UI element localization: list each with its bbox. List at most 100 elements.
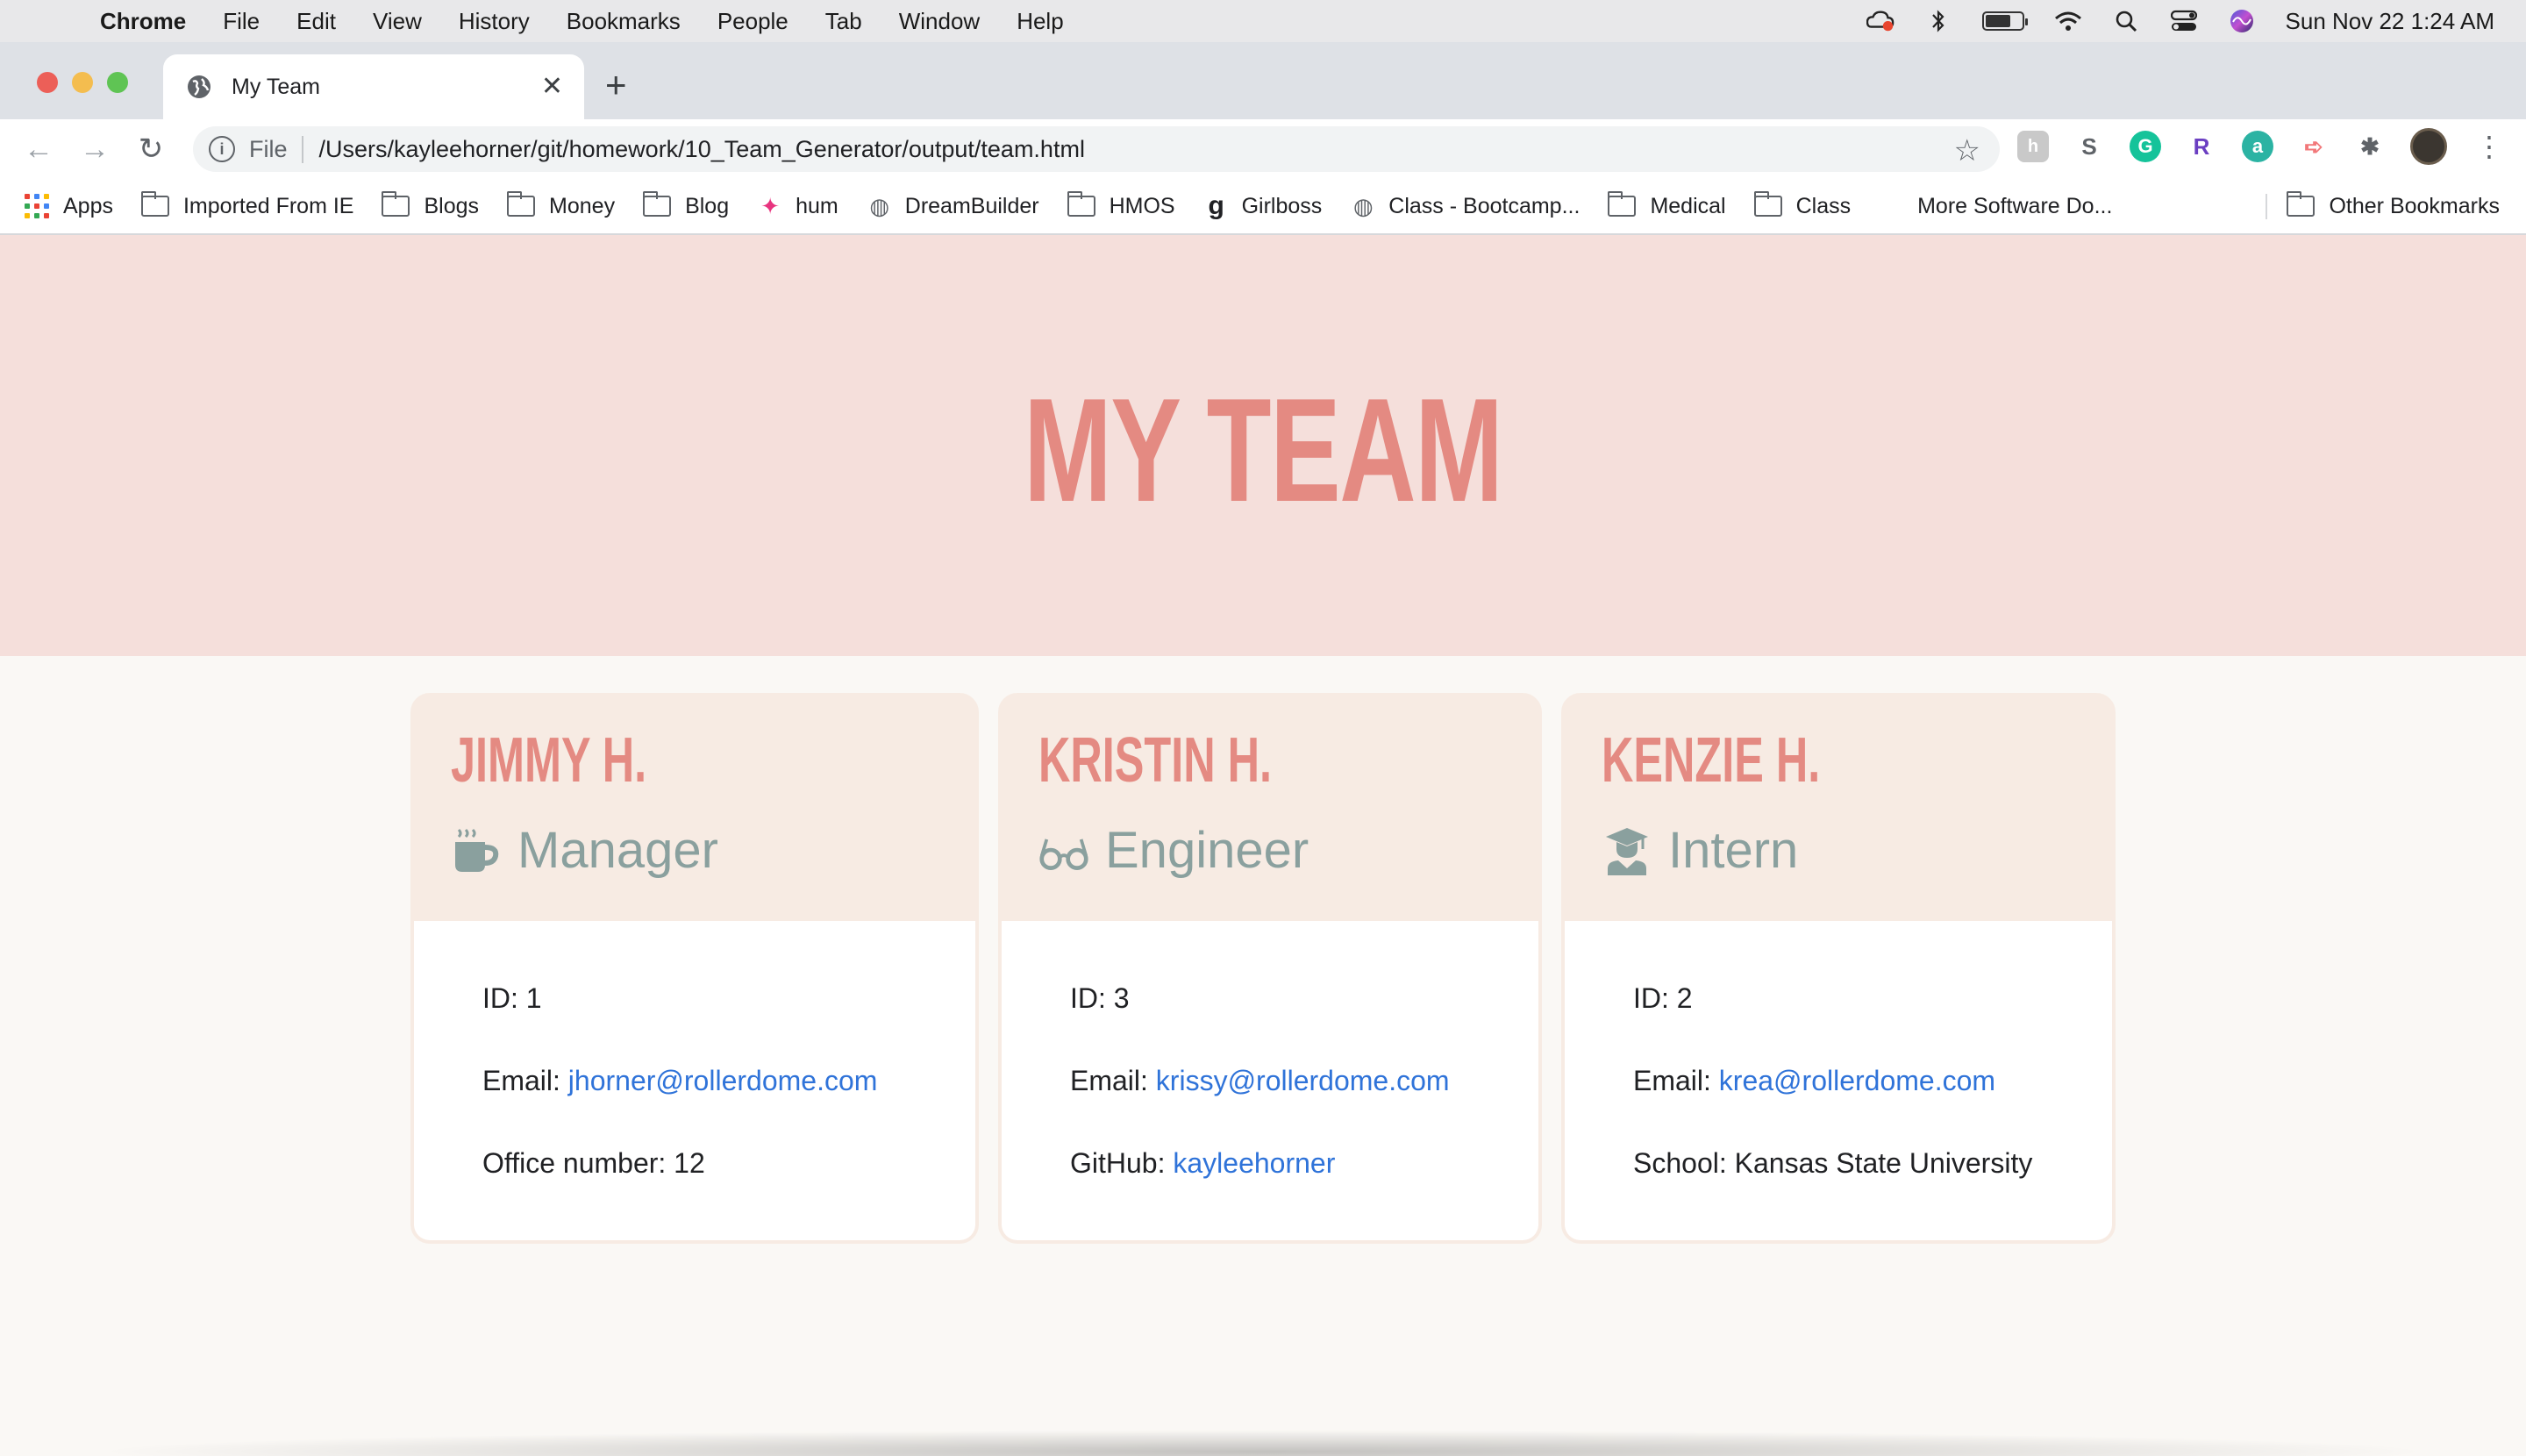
- email-link[interactable]: krea@rollerdome.com: [1719, 1065, 1995, 1096]
- clock-datetime[interactable]: Sun Nov 22 1:24 AM: [2286, 8, 2494, 35]
- back-arrow-icon[interactable]: ←: [21, 132, 56, 167]
- folder-icon: [1608, 191, 1637, 217]
- battery-icon[interactable]: [1981, 11, 2028, 31]
- employee-role: Intern: [1602, 821, 2112, 880]
- window-minimize-button[interactable]: [72, 72, 93, 93]
- card-details: ID: 2 Email: krea@rollerdome.com School:…: [1565, 921, 2112, 1240]
- siri-icon[interactable]: [2228, 10, 2256, 32]
- bookmark-label: Medical: [1650, 193, 1726, 218]
- email-link[interactable]: krissy@rollerdome.com: [1156, 1065, 1450, 1096]
- bookmark-girlboss[interactable]: g Girlboss: [1203, 191, 1323, 221]
- bookmark-other-bookmarks[interactable]: Other Bookmarks: [2266, 191, 2500, 219]
- bookmark-hum[interactable]: ✦ hum: [757, 193, 838, 220]
- email-label: Email:: [1070, 1065, 1156, 1096]
- bookmark-class[interactable]: Class: [1753, 191, 1852, 219]
- window-close-button[interactable]: [37, 72, 58, 93]
- extension-h-icon[interactable]: h: [2017, 131, 2049, 162]
- creative-cloud-icon[interactable]: [1866, 10, 1894, 32]
- email-link[interactable]: jhorner@rollerdome.com: [568, 1065, 878, 1096]
- extension-r-icon[interactable]: R: [2186, 131, 2217, 162]
- bookmark-more-software[interactable]: More Software Do...: [1879, 194, 2112, 219]
- tab-close-icon[interactable]: ✕: [541, 74, 563, 100]
- bookmark-label: Blogs: [424, 193, 480, 218]
- card-header: KENZIE H. Intern: [1565, 696, 2112, 921]
- bookmark-label: Other Bookmarks: [2329, 193, 2500, 218]
- employee-card-engineer: KRISTIN H. Engineer ID: 3 Email: krissy@…: [998, 693, 1542, 1244]
- bookmark-label: Class: [1795, 193, 1852, 218]
- bluetooth-icon[interactable]: [1924, 10, 1952, 32]
- role-label: Intern: [1668, 822, 1799, 879]
- bookmark-label: Class - Bootcamp...: [1388, 193, 1581, 218]
- extension-s-icon[interactable]: S: [2073, 131, 2105, 162]
- bookmark-money[interactable]: Money: [507, 191, 615, 219]
- page-title: MY TEAM: [1024, 368, 1503, 532]
- window-zoom-button[interactable]: [107, 72, 128, 93]
- menu-edit[interactable]: Edit: [296, 8, 336, 35]
- folder-icon: [1753, 191, 1782, 217]
- employee-email-row: Email: krissy@rollerdome.com: [1070, 1061, 1538, 1144]
- new-tab-button[interactable]: +: [605, 63, 627, 107]
- bookmark-label: hum: [796, 193, 838, 218]
- menu-window[interactable]: Window: [899, 8, 980, 35]
- email-label: Email:: [1633, 1065, 1719, 1096]
- role-label: Engineer: [1105, 822, 1309, 879]
- menu-bookmarks[interactable]: Bookmarks: [567, 8, 681, 35]
- bookmark-class-bootcamp[interactable]: ◍ Class - Bootcamp...: [1350, 193, 1580, 220]
- tab-my-team[interactable]: My Team ✕: [163, 54, 584, 119]
- card-details: ID: 3 Email: krissy@rollerdome.com GitHu…: [1002, 921, 1538, 1240]
- menu-view[interactable]: View: [373, 8, 422, 35]
- site-info-icon[interactable]: i: [209, 136, 235, 162]
- bookmark-hmos[interactable]: HMOS: [1067, 191, 1175, 219]
- github-label: GitHub:: [1070, 1147, 1174, 1179]
- bookmark-label: Girlboss: [1241, 193, 1323, 218]
- globe-icon: ◍: [869, 192, 890, 219]
- menu-help[interactable]: Help: [1017, 8, 1063, 35]
- forward-arrow-icon[interactable]: →: [77, 132, 112, 167]
- bookmark-label: HMOS: [1109, 193, 1175, 218]
- folder-icon: [507, 191, 536, 217]
- window-bottom-shadow: [88, 1430, 2438, 1456]
- bookmark-apps[interactable]: Apps: [25, 194, 113, 219]
- bookmark-medical[interactable]: Medical: [1608, 191, 1726, 219]
- menu-app-name[interactable]: Chrome: [100, 8, 186, 35]
- bookmark-blog[interactable]: Blog: [643, 191, 729, 219]
- spotlight-search-icon[interactable]: [2112, 10, 2140, 32]
- extensions-puzzle-icon[interactable]: ✱: [2354, 131, 2386, 162]
- employee-card-intern: KENZIE H. Intern ID: 2 Email: krea@rolle…: [1561, 693, 2116, 1244]
- menu-history[interactable]: History: [459, 8, 530, 35]
- address-bar[interactable]: i File /Users/kayleehorner/git/homework/…: [193, 126, 2000, 172]
- bookmark-label: Imported From IE: [182, 193, 354, 218]
- bookmark-dreambuilder[interactable]: ◍ DreamBuilder: [867, 192, 1038, 220]
- bookmark-star-icon[interactable]: ☆: [1954, 133, 1980, 168]
- menu-tab[interactable]: Tab: [825, 8, 862, 35]
- employee-email-row: Email: krea@rollerdome.com: [1633, 1061, 2112, 1144]
- page-header: MY TEAM: [0, 235, 2526, 656]
- office-number: Office number: 12: [482, 1147, 705, 1179]
- extension-a-icon[interactable]: a: [2242, 131, 2273, 162]
- github-link[interactable]: kayleehorner: [1173, 1147, 1335, 1179]
- menu-people[interactable]: People: [717, 8, 788, 35]
- reload-icon[interactable]: ↻: [133, 132, 168, 167]
- profile-avatar[interactable]: [2410, 128, 2447, 165]
- card-header: KRISTIN H. Engineer: [1002, 696, 1538, 921]
- url-text[interactable]: /Users/kayleehorner/git/homework/10_Team…: [319, 136, 1085, 163]
- extension-arrow-icon[interactable]: ➪: [2298, 131, 2330, 162]
- chrome-menu-icon[interactable]: ⋮: [2475, 130, 2503, 163]
- bookmark-label: Apps: [63, 193, 113, 218]
- macos-menu-bar: Chrome File Edit View History Bookmarks …: [0, 0, 2526, 42]
- bookmarks-bar: Apps Imported From IE Blogs Money Blog ✦…: [0, 179, 2526, 235]
- bookmark-imported-from-ie[interactable]: Imported From IE: [140, 191, 354, 219]
- wifi-icon[interactable]: [2054, 10, 2082, 32]
- employee-id: ID: 2: [1633, 982, 1693, 1014]
- bookmark-blogs[interactable]: Blogs: [382, 191, 480, 219]
- graduate-icon: [1602, 825, 1652, 876]
- email-label: Email:: [482, 1065, 568, 1096]
- folder-icon: [382, 191, 410, 217]
- menu-file[interactable]: File: [223, 8, 260, 35]
- web-page: MY TEAM JIMMY H. Manager ID: 1 Email: jh…: [0, 235, 2526, 1456]
- employee-card-manager: JIMMY H. Manager ID: 1 Email: jhorner@ro…: [410, 693, 979, 1244]
- grammarly-icon[interactable]: G: [2130, 131, 2161, 162]
- globe-icon: [186, 74, 212, 100]
- glasses-icon: [1038, 825, 1089, 876]
- control-center-icon[interactable]: [2170, 10, 2198, 32]
